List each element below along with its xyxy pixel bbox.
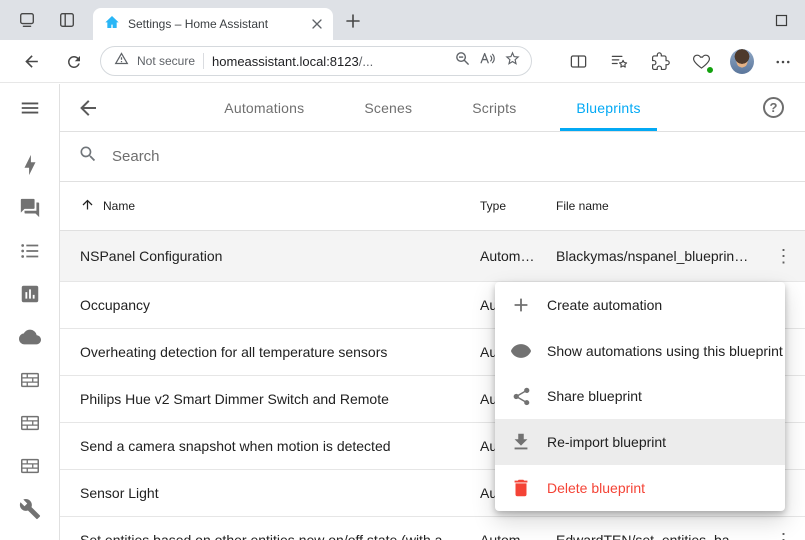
brick-wall-icon[interactable] [18,368,42,392]
blueprint-context-menu: Create automation Show automations using… [495,282,785,511]
help-icon[interactable]: ? [763,97,784,118]
browser-essentials-icon[interactable] [689,50,713,74]
ha-tab-bar: Automations Scenes Scripts Blueprints [60,84,805,131]
tab-blueprints[interactable]: Blueprints [560,84,656,131]
toolbar-actions [566,48,795,75]
profile-avatar[interactable] [730,50,754,74]
essentials-status-badge [706,66,714,74]
settings-more-icon[interactable] [771,50,795,74]
developer-tools-icon[interactable] [18,497,42,521]
column-header-file[interactable]: File name [556,199,762,213]
table-row[interactable]: Set entities based on other entities new… [60,517,805,540]
security-label[interactable]: Not secure [137,54,195,68]
address-bar[interactable]: Not secure homeassistant.local:8123/... [100,46,532,76]
menu-item-label: Delete blueprint [547,480,645,496]
read-aloud-icon[interactable] [479,50,496,72]
row-type: Autom… [480,248,556,264]
avatar [730,49,754,74]
refresh-button[interactable] [61,49,86,74]
row-name: Send a camera snapshot when motion is de… [80,438,480,454]
new-tab-button[interactable] [343,11,363,31]
row-name: Overheating detection for all temperatur… [80,344,480,360]
browser-tab[interactable]: Settings – Home Assistant [93,8,333,40]
menu-item-label: Re-import blueprint [547,434,666,450]
menu-item-reimport-blueprint[interactable]: Re-import blueprint [495,419,785,465]
row-name: NSPanel Configuration [80,248,480,264]
browser-window: Settings – Home Assistant Not secure hom… [0,0,805,540]
share-icon [510,385,532,407]
menu-item-label: Create automation [547,297,662,313]
column-header-name[interactable]: Name [103,199,135,213]
menu-item-create-automation[interactable]: Create automation [495,282,785,328]
trash-icon [510,477,532,499]
column-header-type[interactable]: Type [480,199,556,213]
maximize-button[interactable] [769,9,793,31]
zoom-out-icon[interactable] [454,50,471,72]
eye-icon [510,340,532,362]
table-row[interactable]: NSPanel Configuration Autom… Blackymas/n… [60,231,805,282]
split-screen-icon[interactable] [566,50,590,74]
home-assistant-app: Automations Scenes Scripts Blueprints ? … [0,84,805,540]
row-file: EdwardTEN/set_entities_bas… [556,532,762,540]
row-overflow-menu-icon[interactable]: ⋮ [772,247,796,265]
ha-back-icon[interactable] [76,96,100,120]
menu-item-label: Share blueprint [547,388,642,404]
favorites-hub-icon[interactable] [607,50,631,74]
row-overflow-menu-icon[interactable]: ⋮ [772,531,796,540]
plus-icon [510,294,532,316]
sort-ascending-icon[interactable] [80,197,95,215]
homeassistant-favicon-icon [104,14,120,35]
tab-actions-icon[interactable] [54,7,80,33]
row-name: Sensor Light [80,485,480,501]
table-header: Name Type File name [60,182,805,231]
menu-item-share-blueprint[interactable]: Share blueprint [495,374,785,420]
search-field[interactable]: Search [60,132,805,182]
energy-icon[interactable] [18,153,42,177]
workspaces-icon[interactable] [14,7,40,33]
sidebar-menu-icon[interactable] [19,84,41,132]
tab-scenes[interactable]: Scenes [348,84,428,131]
back-button[interactable] [19,49,44,74]
download-icon [510,431,532,453]
row-name: Set entities based on other entities new… [80,532,480,540]
todo-list-icon[interactable] [18,239,42,263]
tab-scripts[interactable]: Scripts [456,84,532,131]
brick-wall-icon[interactable] [18,454,42,478]
tab-automations[interactable]: Automations [208,84,320,131]
tab-title: Settings – Home Assistant [128,17,300,31]
address-divider [203,53,204,69]
favorite-star-icon[interactable] [504,50,521,72]
ha-sidebar [0,84,60,540]
url-text[interactable]: homeassistant.local:8123/... [212,54,446,69]
history-stats-icon[interactable] [18,282,42,306]
cloud-icon[interactable] [18,325,42,349]
brick-wall-icon[interactable] [18,411,42,435]
browser-titlebar: Settings – Home Assistant [0,0,805,40]
search-placeholder: Search [112,148,160,165]
assist-chat-icon[interactable] [18,196,42,220]
row-name: Philips Hue v2 Smart Dimmer Switch and R… [80,391,480,407]
menu-item-show-automations[interactable]: Show automations using this blueprint [495,328,785,374]
search-icon [78,144,98,169]
tab-close-icon[interactable] [308,16,325,33]
row-name: Occupancy [80,297,480,313]
menu-item-label: Show automations using this blueprint [547,343,783,359]
extensions-icon[interactable] [648,50,672,74]
ha-header: Automations Scenes Scripts Blueprints ? [60,84,805,132]
not-secure-warning-icon[interactable] [114,51,129,71]
row-file: Blackymas/nspanel_blueprin… [556,248,762,264]
browser-toolbar: Not secure homeassistant.local:8123/... [0,40,805,83]
menu-item-delete-blueprint[interactable]: Delete blueprint [495,465,785,511]
row-type: Autom… [480,532,556,540]
